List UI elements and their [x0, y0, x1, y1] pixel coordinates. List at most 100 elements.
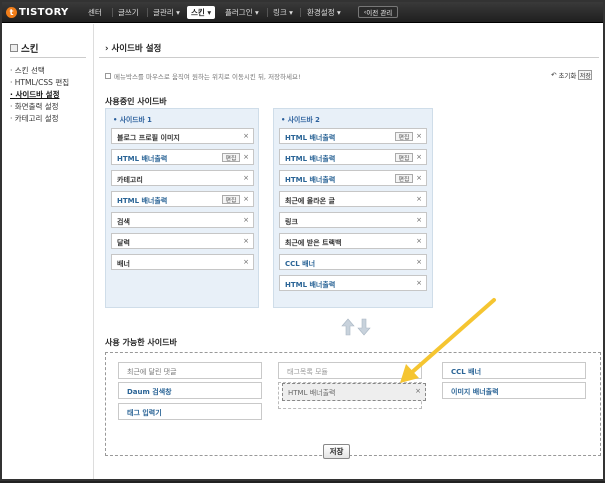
used-sidebar-heading: 사용중인 사이드바: [105, 97, 167, 106]
close-icon[interactable]: ×: [243, 216, 249, 224]
sidebar-widget[interactable]: 달력 ×: [111, 233, 254, 249]
nav-skin[interactable]: 스킨 ▾: [187, 6, 216, 19]
dragging-widget-label: HTML 배너출력: [288, 389, 336, 397]
edit-button[interactable]: 편집: [222, 195, 240, 204]
sidebar-widget[interactable]: HTML 배너출력 편집 ×: [279, 128, 427, 144]
sidebar-widget[interactable]: HTML 배너출력 편집 ×: [279, 170, 427, 186]
logo-icon: t: [6, 7, 17, 18]
sidebar-widget-label: CCL 배너: [285, 260, 316, 268]
sidebar-widget[interactable]: HTML 배너출력 편집 ×: [279, 149, 427, 165]
hint-checkbox[interactable]: [105, 73, 111, 79]
menu-category-settings[interactable]: · 카테고리 설정: [10, 113, 59, 124]
close-icon[interactable]: ×: [416, 216, 422, 224]
sidebar-widget[interactable]: HTML 배너출력 ×: [279, 275, 427, 291]
title-divider: [99, 57, 599, 58]
sidebar-widget[interactable]: 최근에 올라온 글 ×: [279, 191, 427, 207]
close-icon[interactable]: ×: [416, 195, 422, 203]
nav-divider: [267, 8, 268, 17]
available-widget-label: Daum 검색창: [127, 388, 172, 396]
menu-display-settings[interactable]: · 화면출력 설정: [10, 101, 59, 112]
hint-text: 메뉴박스를 마우스로 움직여 원하는 위치로 이동시킨 뒤, 저장하세요!: [114, 73, 301, 81]
dragging-widget-html-banner[interactable]: HTML 배너출력 ×: [282, 383, 426, 401]
sidebar-widget-label: 카테고리: [117, 176, 143, 184]
edit-button[interactable]: 편집: [395, 153, 413, 162]
nav-divider: [300, 8, 301, 17]
sidebar-widget[interactable]: 링크 ×: [279, 212, 427, 228]
sidebar-2-header: • 사이드바 2: [281, 116, 320, 124]
sidebar-widget-label: 달력: [117, 239, 130, 247]
reset-area: ↶ 초기화 저장: [551, 70, 593, 80]
close-icon[interactable]: ×: [416, 174, 422, 182]
available-widget-daum-search[interactable]: Daum 검색창: [118, 382, 262, 399]
menu-category-settings-label: 카테고리 설정: [14, 114, 59, 123]
close-icon[interactable]: ×: [243, 258, 249, 266]
available-widget-ccl-banner[interactable]: CCL 배너: [442, 362, 586, 379]
close-icon[interactable]: ×: [243, 153, 249, 161]
sidebar-widget[interactable]: 배너 ×: [111, 254, 254, 270]
close-icon[interactable]: ×: [243, 237, 249, 245]
available-widget-label: 이미지 배너출력: [451, 388, 499, 396]
nav-write[interactable]: 글쓰기: [118, 7, 139, 18]
sidebar-widget-label: 검색: [117, 218, 130, 226]
menu-html-css-edit[interactable]: · HTML/CSS 편집: [10, 77, 69, 88]
skin-icon: [10, 44, 18, 52]
sidebar-widget[interactable]: HTML 배너출력 편집 ×: [111, 191, 254, 207]
nav-divider: [147, 8, 148, 17]
sidebar-widget-label: 링크: [285, 218, 298, 226]
sidebar-widget[interactable]: HTML 배너출력 편집 ×: [111, 149, 254, 165]
sidebar-widget-label: 최근에 받은 트랙백: [285, 239, 342, 247]
logo-text: TISTORY: [19, 7, 69, 18]
available-widget-recent-comments[interactable]: 최근에 달린 댓글: [118, 362, 262, 379]
sidebar-widget[interactable]: 검색 ×: [111, 212, 254, 228]
close-icon[interactable]: ×: [416, 237, 422, 245]
tistory-logo[interactable]: t TISTORY: [6, 5, 69, 20]
legacy-admin-label: 이전 관리: [366, 9, 393, 17]
close-icon[interactable]: ×: [416, 279, 422, 287]
sidebar-1-header: • 사이드바 1: [113, 116, 152, 124]
nav-settings[interactable]: 환경설정 ▾: [307, 7, 341, 18]
sidebar-widget-label: 블로그 프로필 이미지: [117, 134, 180, 142]
close-icon[interactable]: ×: [416, 132, 422, 140]
nav-post-manage[interactable]: 글관리 ▾: [153, 7, 180, 18]
sidebar-widget[interactable]: CCL 배너 ×: [279, 254, 427, 270]
available-widget-tag-list[interactable]: 태그목록 모듈: [278, 362, 422, 379]
reset-icon[interactable]: ↶: [551, 71, 556, 79]
sidebar-widget[interactable]: 블로그 프로필 이미지 ×: [111, 128, 254, 144]
available-widget-image-banner[interactable]: 이미지 배너출력: [442, 382, 586, 399]
sidebar-widget[interactable]: 카테고리 ×: [111, 170, 254, 186]
drag-hint: 메뉴박스를 마우스로 움직여 원하는 위치로 이동시킨 뒤, 저장하세요!: [105, 71, 301, 81]
reset-save-button[interactable]: 저장: [578, 70, 593, 80]
page-title: › 사이드바 설정: [105, 44, 162, 54]
reset-link[interactable]: 초기화: [558, 70, 576, 80]
nav-center[interactable]: 센터: [88, 7, 102, 18]
nav-plugin[interactable]: 플러그인 ▾: [225, 7, 259, 18]
save-button[interactable]: 저장: [323, 444, 350, 459]
close-icon[interactable]: ×: [416, 258, 422, 266]
sidebar-widget-label: HTML 배너출력: [285, 176, 336, 184]
left-menu-divider: [10, 57, 86, 58]
sidebar-widget-label: HTML 배너출력: [285, 281, 336, 289]
close-icon[interactable]: ×: [243, 132, 249, 140]
legacy-admin-button[interactable]: ‹ 이전 관리: [358, 6, 398, 18]
edit-button[interactable]: 편집: [222, 153, 240, 162]
app-window: t TISTORY 센터 글쓰기 글관리 ▾ 스킨 ▾ 플러그인 ▾ 링크 ▾ …: [0, 0, 605, 481]
edit-button[interactable]: 편집: [395, 174, 413, 183]
close-icon[interactable]: ×: [243, 174, 249, 182]
close-icon[interactable]: ×: [243, 195, 249, 203]
close-icon[interactable]: ×: [415, 387, 421, 395]
edit-button[interactable]: 편집: [395, 132, 413, 141]
available-sidebar-heading: 사용 가능한 사이드바: [105, 338, 177, 347]
available-widget-label: 태그목록 모듈: [287, 368, 328, 376]
sidebar-widget[interactable]: 최근에 받은 트랙백 ×: [279, 233, 427, 249]
menu-skin-select[interactable]: · 스킨 선택: [10, 65, 45, 76]
sidebar-2-header-text: 사이드바 2: [287, 116, 320, 124]
sidebar-widget-label: HTML 배너출력: [285, 134, 336, 142]
available-widget-label: 최근에 달린 댓글: [127, 368, 177, 376]
nav-link[interactable]: 링크 ▾: [273, 7, 293, 18]
available-widget-tag-input[interactable]: 태그 입력기: [118, 403, 262, 420]
menu-sidebar-settings[interactable]: · 사이드바 설정: [10, 89, 59, 100]
sidebar-1-header-text: 사이드바 1: [119, 116, 152, 124]
close-icon[interactable]: ×: [416, 153, 422, 161]
available-widget-label: 태그 입력기: [127, 409, 162, 417]
menu-skin-select-label: 스킨 선택: [14, 66, 45, 75]
